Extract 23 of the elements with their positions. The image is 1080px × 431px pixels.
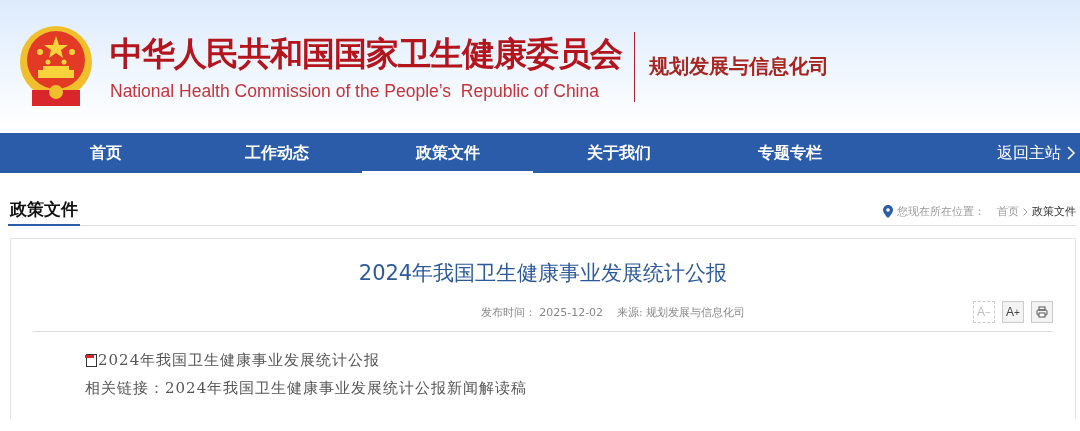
publish-date: 发布时间： 2025-12-02	[480, 304, 604, 320]
nav-tab[interactable]: 首页	[20, 133, 191, 173]
nav-tab[interactable]: 政策文件	[362, 133, 533, 173]
chevron-right-icon	[1023, 207, 1028, 216]
article-source: 来源: 规划发展与信息化司	[617, 304, 746, 320]
site-subtitle: National Health Commission of the People’s Republic of China	[110, 80, 600, 102]
nav-tab[interactable]: 工作动态	[191, 133, 362, 173]
printer-icon	[1036, 306, 1048, 318]
nav-tab[interactable]: 专题专栏	[704, 133, 875, 173]
home-link[interactable]: 返回主站	[997, 133, 1080, 173]
section-title: 政策文件	[8, 198, 80, 226]
article-title: 2024年我国卫生健康事业发展统计公报	[357, 260, 729, 287]
site-title: 中华人民共和国国家卫生健康委员会	[110, 32, 622, 75]
nav-tab[interactable]: 关于我们	[533, 133, 704, 173]
chevron-right-icon	[1067, 146, 1076, 160]
pdf-file-icon	[85, 353, 98, 367]
related-link[interactable]: 相关链接：2024年我国卫生健康事业发展统计公报新闻解读稿	[85, 374, 528, 402]
location-label: 您现在所在位置：	[897, 204, 985, 219]
print-button[interactable]	[1031, 301, 1053, 323]
location-pin-icon	[883, 205, 893, 218]
department-name: 规划发展与信息化司	[649, 53, 829, 80]
breadcrumb-link[interactable]: 政策文件	[1032, 204, 1076, 219]
attachment-link[interactable]: 2024年我国卫生健康事业发展统计公报	[98, 346, 381, 374]
